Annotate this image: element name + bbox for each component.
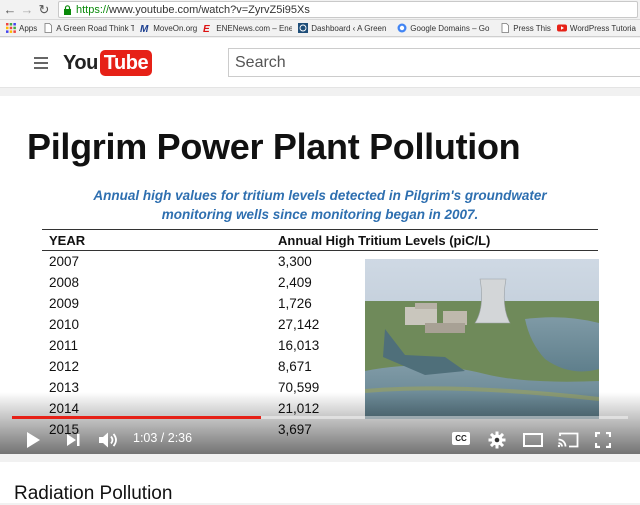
row-level: 27,142 <box>278 317 320 332</box>
slide-subtitle-line2: monitoring wells since monitoring began … <box>161 207 479 222</box>
row-year: 2007 <box>49 254 80 269</box>
row-year: 2012 <box>49 359 80 374</box>
play-button[interactable] <box>22 429 44 451</box>
youtube-icon <box>556 24 567 32</box>
row-year: 2010 <box>49 317 80 332</box>
logo-you: You <box>63 51 98 74</box>
forward-arrow-icon[interactable]: → <box>20 2 34 18</box>
fullscreen-icon <box>595 432 611 448</box>
row-level: 8,671 <box>278 359 312 374</box>
row-level: 2,409 <box>278 275 312 290</box>
search-placeholder: Search <box>235 53 286 71</box>
row-level: 16,013 <box>278 338 320 353</box>
back-arrow-icon[interactable]: ← <box>3 2 17 18</box>
moveon-icon: M <box>140 24 149 33</box>
progress-bar[interactable] <box>12 416 628 419</box>
slide-title: Pilgrim Power Plant Pollution <box>27 126 521 167</box>
page-icon <box>44 23 53 33</box>
row-year: 2011 <box>49 338 79 353</box>
page-icon <box>501 23 510 33</box>
bookmark-wordpress-tutorial[interactable]: WordPress Tutoria <box>556 23 637 33</box>
volume-icon <box>99 432 117 448</box>
video-player[interactable]: Pilgrim Power Plant Pollution Annual hig… <box>0 96 640 454</box>
settings-button[interactable] <box>486 429 508 451</box>
lock-icon <box>64 4 71 15</box>
video-info: Radiation Pollution <box>0 462 640 504</box>
bookmark-dashboard[interactable]: Dashboard ‹ A Green <box>298 23 391 33</box>
bookmark-label: Google Domains – Go <box>410 23 490 33</box>
bookmark-label: Dashboard ‹ A Green <box>311 23 387 33</box>
bookmarks-bar: Apps A Green Road Think T M MoveOn.org E… <box>0 20 640 37</box>
bookmark-label: Press This <box>513 23 551 33</box>
bookmark-green-road[interactable]: A Green Road Think T <box>43 23 134 33</box>
bookmark-label: WordPress Tutoria <box>569 23 637 33</box>
volume-button[interactable] <box>97 429 121 451</box>
url-scheme: https:// <box>76 3 110 16</box>
next-button[interactable] <box>62 429 84 451</box>
cc-icon[interactable]: CC <box>452 432 470 445</box>
url-text: www.youtube.com/watch?v=ZyrvZ5i95Xs <box>109 3 310 16</box>
progress-fill <box>12 416 261 419</box>
row-year: 2009 <box>49 296 80 311</box>
table-top-rule <box>42 229 598 230</box>
column-header-level: Annual High Tritium Levels (piC/L) <box>278 233 491 248</box>
table-header-rule <box>42 250 598 251</box>
row-year: 2008 <box>49 275 80 290</box>
theater-mode-icon <box>523 433 543 447</box>
logo-tube: Tube <box>99 50 153 76</box>
play-icon <box>27 432 40 448</box>
bookmark-label: A Green Road Think T <box>56 23 135 33</box>
bookmark-google-domains[interactable]: Google Domains – Go <box>397 23 494 33</box>
fullscreen-button[interactable] <box>592 429 614 451</box>
cast-button[interactable] <box>556 429 580 451</box>
time-display: 1:03 / 2:36 <box>133 431 193 445</box>
svg-text:E: E <box>203 24 210 33</box>
google-icon <box>397 23 407 33</box>
bookmark-apps[interactable]: Apps <box>6 23 37 33</box>
cast-icon <box>557 432 579 448</box>
gear-icon <box>488 431 506 449</box>
row-level: 3,300 <box>278 254 312 269</box>
enenews-icon: E <box>203 24 210 33</box>
bookmark-moveon[interactable]: M MoveOn.org <box>140 23 198 34</box>
youtube-header: You Tube Search <box>0 38 640 88</box>
bookmark-label: MoveOn.org <box>153 23 198 33</box>
apps-grid-icon <box>6 23 16 33</box>
wordpress-icon <box>298 23 309 33</box>
youtube-logo[interactable]: You Tube <box>63 50 153 76</box>
reload-icon[interactable]: ↻ <box>37 2 51 18</box>
theater-mode-button[interactable] <box>521 429 545 451</box>
bookmark-enenews[interactable]: E ENENews.com – Ener <box>203 23 293 34</box>
bookmark-press-this[interactable]: Press This <box>500 23 551 33</box>
search-input[interactable]: Search <box>228 48 640 77</box>
next-icon <box>67 434 80 446</box>
bookmark-label: ENENews.com – Ener <box>216 23 293 33</box>
menu-icon[interactable] <box>34 57 48 69</box>
bookmark-label: Apps <box>19 23 38 33</box>
row-level: 1,726 <box>278 296 312 311</box>
browser-toolbar: ← → ↻ https:// www.youtube.com/watch?v=Z… <box>0 0 640 20</box>
column-header-year: YEAR <box>49 233 86 248</box>
slide-subtitle-line1: Annual high values for tritium levels de… <box>93 188 547 203</box>
address-bar[interactable]: https:// www.youtube.com/watch?v=ZyrvZ5i… <box>58 1 638 18</box>
svg-text:M: M <box>140 24 149 33</box>
video-title: Radiation Pollution <box>14 483 173 504</box>
